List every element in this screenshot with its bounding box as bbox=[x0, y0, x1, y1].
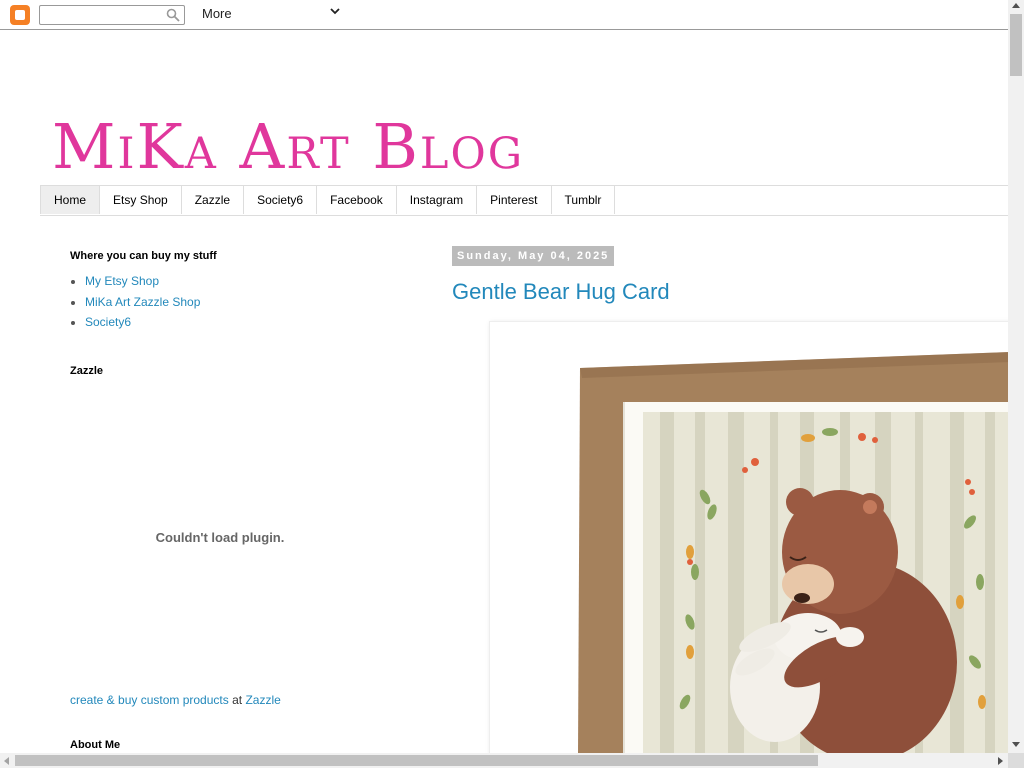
zazzle-shop-link[interactable]: MiKa Art Zazzle Shop bbox=[85, 295, 200, 309]
more-dropdown-label: More bbox=[202, 6, 232, 21]
widget-title: Zazzle bbox=[70, 365, 104, 377]
etsy-shop-link[interactable]: My Etsy Shop bbox=[85, 274, 159, 288]
tab-etsy-shop[interactable]: Etsy Shop bbox=[100, 186, 182, 214]
tab-zazzle[interactable]: Zazzle bbox=[182, 186, 245, 214]
vertical-scrollbar[interactable] bbox=[1008, 0, 1024, 753]
plugin-error-message: Couldn't load plugin. bbox=[155, 530, 285, 545]
bear-hug-illustration bbox=[578, 352, 1010, 754]
scrollbar-corner bbox=[1008, 753, 1024, 768]
blogger-navbar: More bbox=[0, 0, 1008, 30]
widget-title: About Me bbox=[70, 739, 121, 751]
page-tabs: Home Etsy Shop Zazzle Society6 Facebook … bbox=[40, 185, 1008, 216]
zazzle-link[interactable]: Zazzle bbox=[245, 693, 280, 707]
list-item: My Etsy Shop bbox=[85, 271, 217, 292]
horizontal-scroll-thumb[interactable] bbox=[15, 755, 818, 766]
scroll-down-arrow-icon[interactable] bbox=[1012, 742, 1020, 747]
tab-pinterest[interactable]: Pinterest bbox=[477, 186, 552, 214]
search-input[interactable] bbox=[39, 5, 185, 25]
search-icon[interactable] bbox=[166, 8, 180, 22]
chevron-down-icon bbox=[330, 8, 340, 15]
zazzle-widget: Zazzle bbox=[70, 365, 103, 377]
scroll-up-arrow-icon[interactable] bbox=[1012, 3, 1020, 8]
list-item: Society6 bbox=[85, 312, 217, 333]
tab-instagram[interactable]: Instagram bbox=[397, 186, 478, 214]
about-me-widget: About Me bbox=[70, 739, 120, 751]
horizontal-scrollbar[interactable] bbox=[0, 753, 1008, 768]
scroll-left-arrow-icon[interactable] bbox=[4, 757, 9, 765]
tab-home[interactable]: Home bbox=[40, 186, 101, 214]
vertical-scroll-thumb[interactable] bbox=[1010, 14, 1022, 76]
blogger-logo-icon[interactable] bbox=[10, 5, 30, 25]
widget-title: Where you can buy my stuff bbox=[70, 250, 217, 262]
tab-facebook[interactable]: Facebook bbox=[317, 186, 397, 214]
post-date: Sunday, May 04, 2025 bbox=[452, 246, 615, 266]
post-title[interactable]: Gentle Bear Hug Card bbox=[452, 279, 670, 305]
scroll-right-arrow-icon[interactable] bbox=[998, 757, 1003, 765]
more-dropdown[interactable]: More bbox=[202, 6, 347, 24]
society6-link[interactable]: Society6 bbox=[85, 315, 131, 329]
list-item: MiKa Art Zazzle Shop bbox=[85, 292, 217, 313]
zazzle-footer: create & buy custom products at Zazzle bbox=[70, 693, 281, 707]
shop-links-list: My Etsy Shop MiKa Art Zazzle Shop Societ… bbox=[70, 271, 217, 333]
where-to-buy-widget: Where you can buy my stuff My Etsy Shop … bbox=[70, 250, 217, 333]
bear-hug-card-image[interactable] bbox=[489, 321, 1011, 755]
zazzle-footer-at: at bbox=[228, 693, 246, 707]
custom-products-link[interactable]: create & buy custom products bbox=[70, 693, 229, 707]
blog-title[interactable]: MiKa Art Blog bbox=[52, 112, 524, 182]
tab-tumblr[interactable]: Tumblr bbox=[552, 186, 616, 214]
tab-society6[interactable]: Society6 bbox=[244, 186, 318, 214]
